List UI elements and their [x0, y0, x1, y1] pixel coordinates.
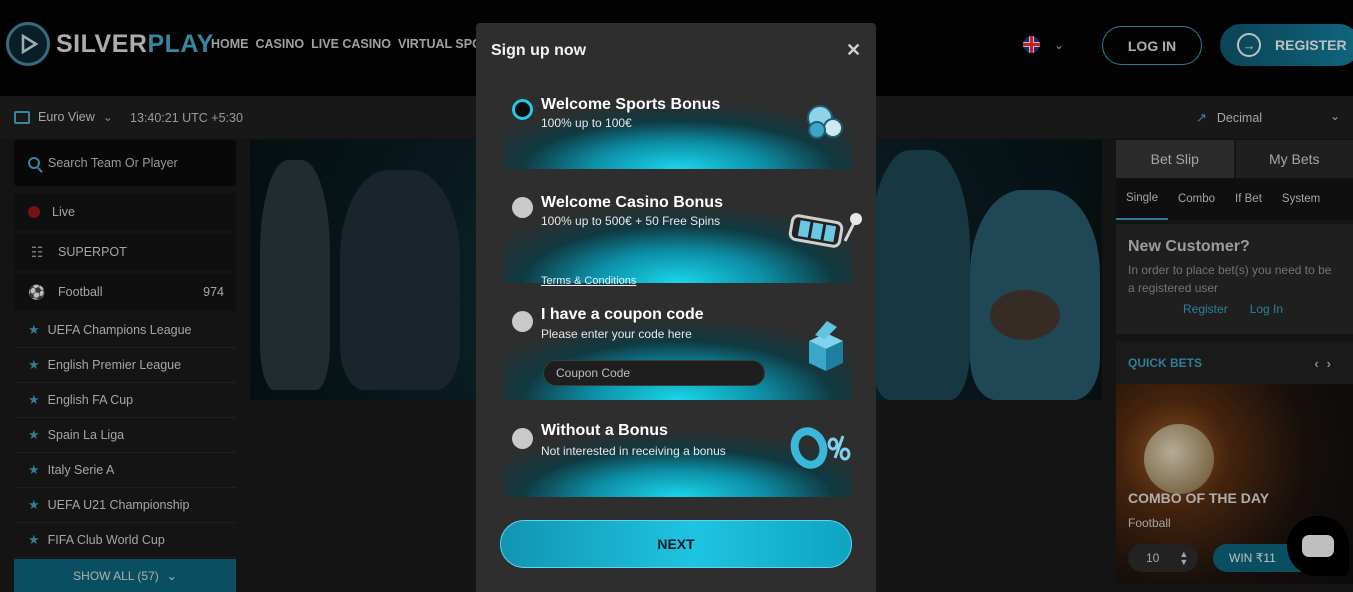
radio-selected[interactable] [512, 99, 533, 120]
bonus-option-none[interactable]: Without a Bonus Not interested in receiv… [503, 412, 853, 497]
signup-modal: Sign up now ✕ Welcome Sports Bonus 100% … [476, 23, 876, 592]
terms-link[interactable]: Terms & Conditions [541, 275, 636, 287]
option-title: Welcome Casino Bonus [541, 194, 723, 211]
option-title: Without a Bonus [541, 422, 668, 439]
gift-box-icon [809, 321, 843, 371]
option-subtitle: Not interested in receiving a bonus [541, 444, 726, 458]
coupon-code-input[interactable] [543, 360, 765, 386]
option-title: I have a coupon code [541, 306, 704, 323]
option-subtitle: 100% up to 100€ [541, 116, 632, 130]
slot-machine-icon [788, 213, 862, 248]
page: SILVERPLAY HOME CASINO LIVE CASINO VIRTU… [0, 0, 1353, 592]
bonus-option-sports[interactable]: Welcome Sports Bonus 100% up to 100€ [503, 83, 853, 169]
radio-unselected[interactable] [512, 428, 533, 449]
bonus-option-coupon[interactable]: I have a coupon code Please enter your c… [503, 295, 853, 400]
bonus-option-casino[interactable]: Welcome Casino Bonus 100% up to 500€ + 5… [503, 181, 862, 287]
option-subtitle: Please enter your code here [541, 327, 692, 341]
next-button[interactable]: NEXT [500, 520, 852, 568]
option-subtitle: 100% up to 500€ + 50 Free Spins [541, 214, 721, 228]
radio-unselected[interactable] [512, 311, 533, 332]
zero-percent-icon [790, 427, 851, 469]
close-icon[interactable]: ✕ [846, 40, 861, 61]
sports-balls-icon [807, 105, 843, 139]
modal-title: Sign up now [491, 42, 587, 59]
radio-unselected[interactable] [512, 197, 533, 218]
option-title: Welcome Sports Bonus [541, 96, 721, 113]
